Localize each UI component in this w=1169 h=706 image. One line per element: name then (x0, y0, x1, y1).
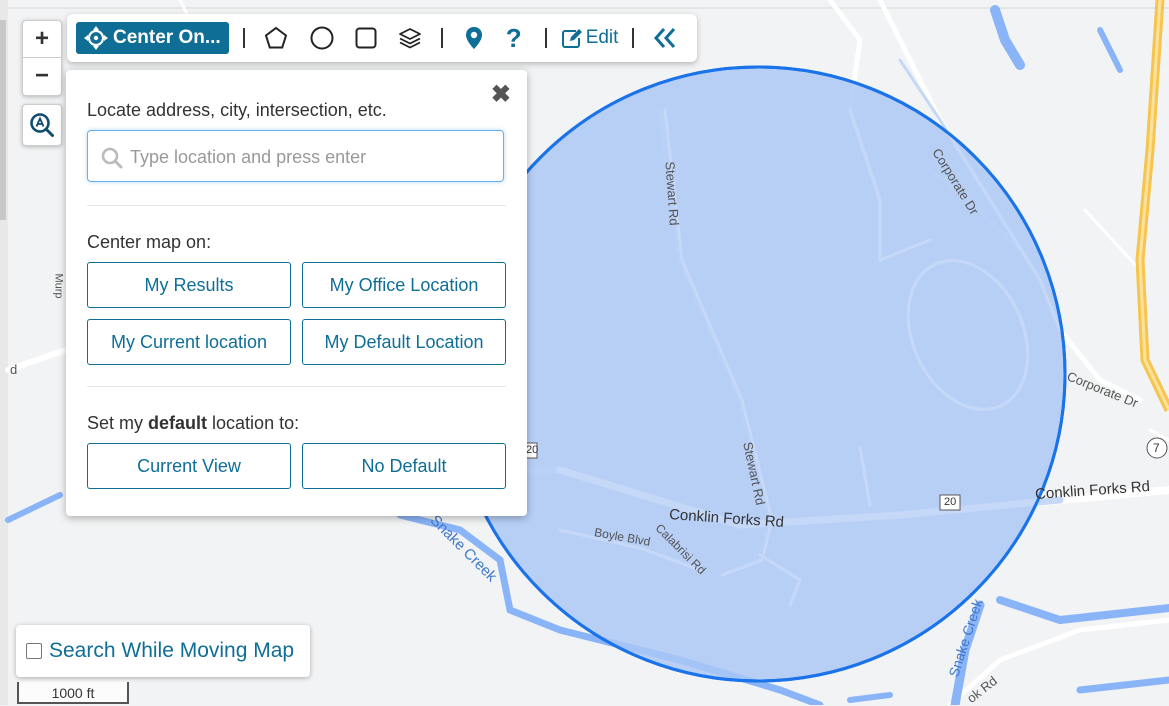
center-map-on-label: Center map on: (87, 232, 212, 252)
route-20-label: 20 (526, 444, 539, 456)
search-while-moving-control[interactable]: Search While Moving Map (16, 625, 310, 677)
water-north (990, 5, 1025, 70)
zoom-in-button[interactable]: + (23, 21, 61, 57)
toolbar-divider (632, 28, 635, 48)
set-default-label: Set my default location to: (87, 413, 300, 433)
help-icon: ? (505, 22, 522, 53)
zoom-to-area-button[interactable] (22, 104, 62, 146)
panel-divider (87, 205, 506, 206)
route-20-label: 20 (944, 496, 957, 508)
search-while-moving-checkbox[interactable] (26, 643, 42, 659)
close-icon[interactable]: ✖ (491, 80, 511, 109)
zoom-out-button[interactable]: − (23, 57, 61, 94)
draw-rectangle-button[interactable] (349, 21, 383, 55)
scale-bar: 1000 ft (17, 682, 129, 704)
search-icon (101, 147, 123, 169)
draw-polygon-button[interactable] (259, 21, 293, 55)
search-radius-circle (449, 65, 1067, 683)
panel-divider (87, 386, 506, 387)
map-pin-icon (465, 27, 482, 49)
center-on-label: Center On... (113, 27, 221, 48)
toolbar-divider (242, 28, 245, 48)
collapse-toolbar-button[interactable] (648, 21, 682, 55)
map-label-road-fragment: d (10, 362, 18, 377)
draw-circle-button[interactable] (305, 21, 339, 55)
help-button[interactable]: ? (497, 21, 531, 55)
center-on-button[interactable]: Center On... (76, 22, 229, 54)
locate-label: Locate address, city, intersection, etc. (87, 100, 387, 120)
zoom-search-icon (30, 113, 54, 137)
circle-icon (310, 26, 334, 50)
layers-button[interactable] (393, 21, 427, 55)
map-label-road-fragment: Murp (52, 273, 65, 299)
square-icon (355, 27, 377, 49)
location-search-input[interactable] (128, 131, 492, 183)
drop-pin-button[interactable] (457, 21, 491, 55)
layers-icon (398, 28, 421, 49)
search-while-moving-label: Search While Moving Map (49, 639, 295, 662)
route-7-label: 7 (1153, 441, 1160, 455)
no-default-button[interactable]: No Default (302, 443, 506, 489)
center-on-panel: ✖ Locate address, city, intersection, et… (66, 70, 527, 516)
my-office-location-button[interactable]: My Office Location (302, 262, 506, 308)
edit-label: Edit (585, 27, 619, 48)
current-view-button[interactable]: Current View (87, 443, 291, 489)
edit-button[interactable]: Edit (561, 27, 619, 49)
toolbar-divider (440, 28, 443, 48)
map-toolbar: Center On... ? Edit (67, 14, 697, 62)
location-search-field (87, 130, 504, 183)
polygon-icon (264, 26, 287, 49)
my-current-location-button[interactable]: My Current location (87, 319, 291, 365)
edit-icon (561, 29, 582, 48)
zoom-controls: + − (22, 20, 62, 96)
toolbar-divider (544, 28, 547, 48)
my-default-location-button[interactable]: My Default Location (302, 319, 506, 365)
collapse-icon (654, 28, 676, 48)
crosshair-icon (84, 26, 108, 50)
my-results-button[interactable]: My Results (87, 262, 291, 308)
